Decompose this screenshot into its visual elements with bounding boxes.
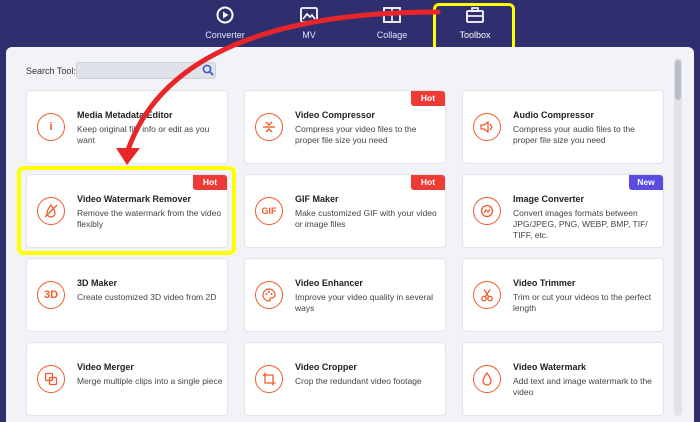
- tool-title: Media Metadata Editor: [77, 110, 173, 120]
- tool-description: Keep original file info or edit as you w…: [77, 124, 210, 145]
- tool-card-video-cropper[interactable]: Video Cropper Crop the redundant video f…: [244, 342, 446, 416]
- nav-label-converter: Converter: [205, 30, 245, 40]
- nav-label-mv: MV: [302, 30, 316, 40]
- tool-title: Video Enhancer: [295, 278, 363, 288]
- tool-title: Image Converter: [513, 194, 585, 204]
- nav-item-mv[interactable]: MV: [274, 6, 344, 46]
- tool-title: Video Cropper: [295, 362, 357, 372]
- tool-description: Make customized GIF with your video or i…: [295, 208, 437, 229]
- tool-title: Audio Compressor: [513, 110, 595, 120]
- palette-icon: [255, 281, 283, 309]
- 3d-icon: 3D: [37, 281, 65, 309]
- info-icon: i: [37, 113, 65, 141]
- tool-title: Video Merger: [77, 362, 134, 372]
- scrollbar-thumb[interactable]: [675, 60, 681, 100]
- drop-icon: [473, 365, 501, 393]
- nav-label-collage: Collage: [376, 30, 408, 40]
- crop-icon: [255, 365, 283, 393]
- scissors-icon: [473, 281, 501, 309]
- tool-card-video-trimmer[interactable]: Video Trimmer Trim or cut your videos to…: [462, 258, 664, 332]
- search-icon[interactable]: [202, 64, 214, 76]
- tool-title: 3D Maker: [77, 278, 118, 288]
- mv-icon: [300, 7, 318, 23]
- nav-item-converter[interactable]: Converter: [190, 6, 260, 46]
- image-convert-icon: [473, 197, 501, 225]
- search-input[interactable]: [76, 62, 216, 79]
- tool-description: Create customized 3D video from 2D: [77, 292, 217, 302]
- hot-badge: Hot: [411, 91, 445, 106]
- tool-description: Add text and image watermark to the vide…: [513, 376, 652, 397]
- tool-description: Compress your audio files to the proper …: [513, 124, 635, 145]
- compress-icon: [255, 113, 283, 141]
- tool-title: Video Compressor: [295, 110, 375, 120]
- tool-title: GIF Maker: [295, 194, 339, 204]
- tool-card-audio-compressor[interactable]: Audio Compressor Compress your audio fil…: [462, 90, 664, 164]
- scrollbar-track[interactable]: [674, 58, 682, 416]
- tool-card-video-watermark[interactable]: Video Watermark Add text and image water…: [462, 342, 664, 416]
- tool-description: Crop the redundant video footage: [295, 376, 422, 386]
- merge-icon: [37, 365, 65, 393]
- gif-icon: GIF: [255, 197, 283, 225]
- tool-title: Video Watermark: [513, 362, 587, 372]
- tool-card-video-enhancer[interactable]: Video Enhancer Improve your video qualit…: [244, 258, 446, 332]
- tool-description: Improve your video quality in several wa…: [295, 292, 433, 313]
- tool-card-video-merger[interactable]: Video Merger Merge multiple clips into a…: [26, 342, 228, 416]
- top-nav: Converter MV Collage Toolbox: [0, 0, 700, 46]
- tool-card-image-converter[interactable]: Image Converter Convert images formats b…: [462, 174, 664, 248]
- tool-card-gif-maker[interactable]: GIF GIF Maker Make customized GIF with y…: [244, 174, 446, 248]
- tool-description: Merge multiple clips into a single piece: [77, 376, 223, 386]
- nav-item-collage[interactable]: Collage: [357, 6, 427, 46]
- tool-card-video-compressor[interactable]: Video Compressor Compress your video fil…: [244, 90, 446, 164]
- collage-icon: [383, 7, 401, 23]
- tool-card-media-metadata-editor[interactable]: i Media Metadata Editor Keep original fi…: [26, 90, 228, 164]
- audio-compress-icon: [473, 113, 501, 141]
- tool-description: Compress your video files to the proper …: [295, 124, 417, 145]
- tool-title: Video Trimmer: [513, 278, 576, 288]
- hot-badge: Hot: [411, 175, 445, 190]
- watermark-remover-highlight-box: [17, 166, 236, 255]
- tool-description: Convert images formats between JPG/JPEG,…: [513, 208, 648, 240]
- new-badge: New: [629, 175, 663, 190]
- tool-card-3d-maker[interactable]: 3D 3D Maker Create customized 3D video f…: [26, 258, 228, 332]
- search-label: Search Tool:: [26, 66, 76, 76]
- converter-icon: [216, 6, 234, 24]
- tool-description: Trim or cut your videos to the perfect l…: [513, 292, 652, 313]
